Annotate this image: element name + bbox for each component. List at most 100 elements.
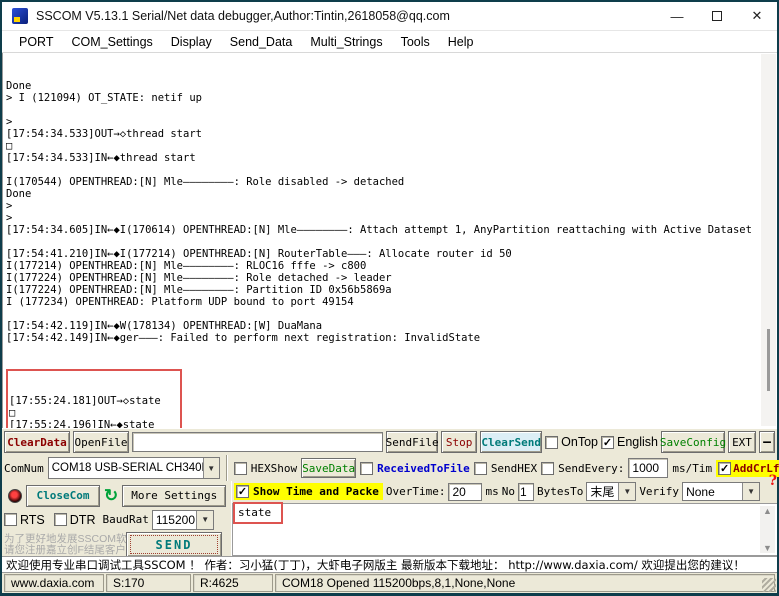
info-bar-text: 欢迎使用专业串口调试工具SSCOM ！ 作者：习小猛(丁丁)，大虾电子网版主 最…	[6, 557, 745, 573]
dtr-label: DTR	[70, 513, 96, 527]
dtr-checkbox[interactable]	[54, 513, 67, 526]
com-status-led-icon	[8, 489, 22, 503]
com-port-value: COM18 USB-SERIAL CH340K	[49, 462, 203, 474]
bytes-input[interactable]	[518, 483, 534, 501]
file-path-input[interactable]	[132, 432, 383, 452]
overtime-input[interactable]	[448, 483, 482, 501]
verify-value: None	[683, 485, 742, 499]
resize-grip[interactable]	[762, 578, 776, 592]
scroll-up-icon[interactable]: ▲	[763, 506, 772, 516]
bytes-position-select[interactable]: 末尾 ▼	[586, 482, 636, 501]
menu-port[interactable]: PORT	[10, 31, 63, 53]
log-scrollbar-thumb[interactable]	[767, 329, 770, 391]
menu-help[interactable]: Help	[439, 31, 483, 53]
send-area-scrollbar[interactable]: ▲ ▼	[760, 506, 775, 553]
window-title: SSCOM V5.13.1 Serial/Net data debugger,A…	[36, 9, 657, 23]
status-sent-count: S:170	[106, 574, 191, 592]
check-icon: ✓	[720, 462, 729, 475]
clear-data-button[interactable]: ClearData	[4, 431, 70, 453]
hex-show-checkbox[interactable]	[234, 462, 247, 475]
send-text-area[interactable]: state ▲ ▼	[232, 503, 777, 556]
baud-rate-label: BaudRat	[102, 513, 148, 526]
add-crlf-checkbox[interactable]: ✓	[718, 462, 731, 475]
chevron-down-icon[interactable]: ▼	[203, 458, 219, 478]
log-lines: Done > I (121094) OT_STATE: netif up > […	[6, 80, 759, 344]
toolbar-row: ClearData OpenFile SendFile Stop ClearSe…	[2, 428, 777, 455]
chevron-down-icon[interactable]: ▼	[196, 511, 212, 529]
baud-rate-select[interactable]: 115200 ▼	[152, 510, 214, 530]
chevron-down-icon[interactable]: ▼	[742, 483, 759, 500]
stop-button[interactable]: Stop	[441, 431, 477, 453]
menu-com-settings[interactable]: COM_Settings	[63, 31, 162, 53]
maximize-button[interactable]	[697, 2, 737, 31]
send-button-label: SEND	[130, 535, 218, 554]
rts-label: RTS	[20, 513, 45, 527]
annotation-box-log: [17:55:24.181]OUT→◇state □ [17:55:24.196…	[6, 369, 182, 428]
bottom-panel: CloseCom ↻ More Settings RTS DTR BaudRat…	[2, 481, 777, 556]
close-button[interactable]: ✕	[737, 2, 777, 31]
received-to-file-checkbox[interactable]	[360, 462, 373, 475]
ext-button[interactable]: EXT	[728, 431, 756, 453]
more-settings-button[interactable]: More Settings	[122, 485, 226, 507]
collapse-panel-button[interactable]: —	[759, 431, 775, 453]
menu-multi-strings[interactable]: Multi_Strings	[301, 31, 391, 53]
com-port-select[interactable]: COM18 USB-SERIAL CH340K ▼	[48, 457, 220, 479]
title-bar: SSCOM V5.13.1 Serial/Net data debugger,A…	[2, 2, 777, 31]
chevron-down-icon[interactable]: ▼	[618, 483, 635, 500]
received-to-file-label: ReceivedToFile	[377, 462, 470, 475]
interval-unit-label: ms/Tim	[672, 462, 712, 475]
show-time-label: Show Time and Packe	[253, 485, 379, 498]
send-text-input[interactable]: state	[233, 502, 283, 524]
bytes-position-value: 末尾	[587, 483, 618, 500]
check-icon: ✓	[238, 485, 247, 498]
no-label: No	[502, 485, 515, 498]
log-lines-highlighted: [17:55:24.181]OUT→◇state □ [17:55:24.196…	[9, 395, 180, 428]
promo-line-2: 请您注册嘉立创F结尾客户	[4, 545, 126, 556]
check-icon: ✓	[603, 436, 612, 449]
rts-checkbox[interactable]	[4, 513, 17, 526]
send-button[interactable]: SEND	[126, 532, 222, 557]
send-options-panel: ✓ Show Time and Packe OverTime: ms No By…	[232, 481, 777, 556]
clear-send-button[interactable]: ClearSend	[480, 431, 542, 453]
com-num-label: ComNum	[4, 462, 44, 475]
status-bar: www.daxia.com S:170 R:4625 COM18 Opened …	[2, 573, 777, 593]
maximize-icon	[712, 11, 722, 21]
divider	[226, 455, 228, 481]
port-control-panel: CloseCom ↻ More Settings RTS DTR BaudRat…	[2, 481, 232, 556]
open-file-button[interactable]: OpenFile	[73, 431, 129, 453]
app-window: SSCOM V5.13.1 Serial/Net data debugger,A…	[2, 2, 777, 592]
ms-label: ms	[485, 485, 498, 498]
help-icon[interactable]: ?	[769, 473, 777, 489]
menu-bar: PORT COM_Settings Display Send_Data Mult…	[2, 31, 777, 53]
menu-tools[interactable]: Tools	[392, 31, 439, 53]
on-top-checkbox[interactable]	[545, 436, 558, 449]
save-data-button[interactable]: SaveData	[301, 458, 356, 478]
send-every-checkbox[interactable]	[541, 462, 554, 475]
status-port-state: COM18 Opened 115200bps,8,1,None,None	[275, 574, 775, 592]
scroll-down-icon[interactable]: ▼	[763, 543, 772, 553]
send-hex-checkbox[interactable]	[474, 462, 487, 475]
menu-display[interactable]: Display	[162, 31, 221, 53]
refresh-ports-icon[interactable]: ↻	[104, 487, 118, 504]
overtime-label: OverTime:	[386, 485, 446, 498]
english-label: English	[617, 435, 658, 449]
interval-input[interactable]	[628, 458, 668, 478]
info-bar: 欢迎使用专业串口调试工具SSCOM ！ 作者：习小猛(丁丁)，大虾电子网版主 最…	[2, 556, 777, 573]
show-time-option: ✓ Show Time and Packe	[234, 483, 383, 500]
save-config-button[interactable]: SaveConfig	[661, 431, 725, 453]
com-port-row: ComNum COM18 USB-SERIAL CH340K ▼ HEXShow…	[2, 455, 777, 481]
on-top-label: OnTop	[561, 435, 598, 449]
send-file-button[interactable]: SendFile	[386, 431, 438, 453]
english-checkbox[interactable]: ✓	[601, 436, 614, 449]
minimize-button[interactable]: —	[657, 2, 697, 31]
verify-select[interactable]: None ▼	[682, 482, 760, 501]
close-com-button[interactable]: CloseCom	[26, 485, 100, 507]
receive-log-text: Done > I (121094) OT_STATE: netif up > […	[6, 56, 759, 428]
send-every-label: SendEvery:	[558, 462, 624, 475]
promo-text: 为了更好地发展SSCOM软件 请您注册嘉立创F结尾客户	[4, 534, 126, 556]
log-scrollbar[interactable]	[761, 54, 776, 426]
bytes-to-label: BytesTo	[537, 485, 583, 498]
show-time-checkbox[interactable]: ✓	[236, 485, 249, 498]
app-icon	[12, 8, 28, 24]
menu-send-data[interactable]: Send_Data	[221, 31, 302, 53]
